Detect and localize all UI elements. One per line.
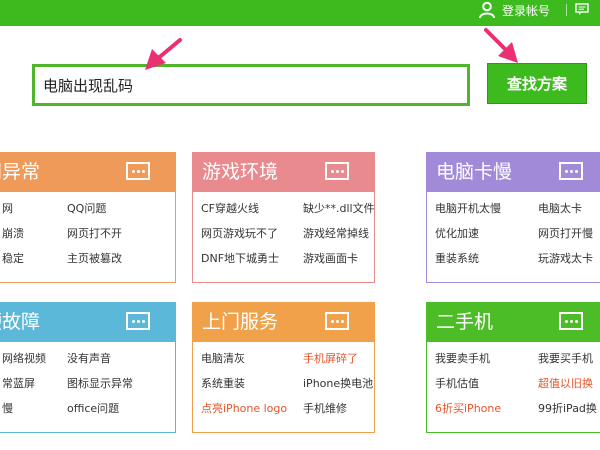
- panel-link[interactable]: 系统重装: [201, 375, 245, 391]
- panel-title[interactable]: 游戏环境: [202, 161, 278, 183]
- panel-title[interactable]: 电脑卡慢: [436, 161, 512, 183]
- panel-link[interactable]: DNF地下城勇士: [201, 250, 279, 266]
- panel-link[interactable]: 优化加速: [435, 225, 479, 241]
- panel-link[interactable]: 超值以旧换: [538, 375, 593, 391]
- more-icon[interactable]: [325, 162, 349, 180]
- panel-link[interactable]: 稳定: [2, 250, 24, 266]
- panel-link[interactable]: 图标显示异常: [67, 375, 133, 391]
- category-panel: 网异常网 QQ问题崩溃 网页打不开稳定 主页被篡改: [0, 152, 176, 283]
- panel-header: 二手机: [426, 302, 600, 342]
- panel-link[interactable]: 网页打开慢: [538, 225, 593, 241]
- login-button[interactable]: 登录帐号: [478, 0, 550, 20]
- panel-link[interactable]: 游戏经常掉线: [303, 225, 369, 241]
- more-icon[interactable]: [126, 312, 150, 330]
- panel-link[interactable]: 网络视频: [2, 350, 46, 366]
- panel-link[interactable]: 手机维修: [303, 400, 347, 416]
- category-panel: 上门服务电脑清灰 手机屏碎了系统重装 iPhone换电池 点亮iPhone logo 手…: [192, 302, 375, 433]
- panel-link[interactable]: 手机屏碎了: [303, 350, 358, 366]
- panel-link[interactable]: 常蓝屏: [2, 375, 35, 391]
- panel-link[interactable]: 网: [2, 200, 13, 216]
- more-icon[interactable]: [559, 312, 583, 330]
- message-icon[interactable]: [575, 3, 589, 16]
- panel-link[interactable]: 缺少**.dll文件: [303, 200, 375, 216]
- panel-link[interactable]: 没有声音: [67, 350, 111, 366]
- panel-link[interactable]: 点亮iPhone logo: [201, 400, 287, 416]
- more-icon[interactable]: [126, 162, 150, 180]
- panel-title[interactable]: 二手机: [436, 311, 493, 333]
- panel-link[interactable]: 电脑开机太慢: [435, 200, 501, 216]
- category-panel: 游戏环境 CF穿越火线 缺少**.dll文件网页游戏玩不了 游戏经常掉线 DNF地下城勇…: [192, 152, 375, 283]
- more-icon[interactable]: [559, 162, 583, 180]
- panel-link[interactable]: 慢: [2, 400, 13, 416]
- panel-link[interactable]: 网页打不开: [67, 225, 122, 241]
- top-bar: 登录帐号: [0, 0, 600, 26]
- divider: [566, 4, 567, 16]
- panel-title[interactable]: 网异常: [0, 161, 40, 183]
- panel-link[interactable]: 主页被篡改: [67, 250, 122, 266]
- panel-header: 游戏环境: [192, 152, 375, 192]
- more-icon[interactable]: [325, 312, 349, 330]
- panel-header: 网异常: [0, 152, 176, 192]
- category-panel: 硬故障网络视频 没有声音常蓝屏 图标显示异常慢 office问题: [0, 302, 176, 433]
- panel-link[interactable]: 我要卖手机: [435, 350, 490, 366]
- panel-link[interactable]: 网页游戏玩不了: [201, 225, 278, 241]
- search-input[interactable]: [35, 67, 463, 103]
- search-box: [32, 64, 470, 106]
- panel-link[interactable]: 玩游戏太卡: [538, 250, 593, 266]
- panel-link[interactable]: 游戏画面卡: [303, 250, 358, 266]
- panel-title[interactable]: 硬故障: [0, 311, 40, 333]
- panel-link[interactable]: 重装系统: [435, 250, 479, 266]
- panel-link[interactable]: office问题: [67, 400, 119, 416]
- panel-link[interactable]: 电脑清灰: [201, 350, 245, 366]
- arrow-to-button-icon: [484, 28, 518, 63]
- panel-link[interactable]: QQ问题: [67, 200, 106, 216]
- panel-header: 电脑卡慢: [426, 152, 600, 192]
- panel-link[interactable]: 手机估值: [435, 375, 479, 391]
- panel-link[interactable]: 电脑太卡: [538, 200, 582, 216]
- search-button[interactable]: 查找方案: [487, 63, 587, 104]
- panel-link[interactable]: 我要买手机: [538, 350, 593, 366]
- watermark: [478, 400, 583, 430]
- panel-header: 上门服务: [192, 302, 375, 342]
- panel-link[interactable]: CF穿越火线: [201, 200, 259, 216]
- panel-title[interactable]: 上门服务: [202, 311, 278, 333]
- category-panel: 电脑卡慢电脑开机太慢 电脑太卡优化加速 网页打开慢重装系统 玩游戏太卡: [426, 152, 600, 283]
- panel-header: 硬故障: [0, 302, 176, 342]
- login-label: 登录帐号: [502, 3, 551, 18]
- panel-link[interactable]: iPhone换电池: [303, 375, 373, 391]
- user-icon: [479, 1, 495, 19]
- panel-link[interactable]: 崩溃: [2, 225, 24, 241]
